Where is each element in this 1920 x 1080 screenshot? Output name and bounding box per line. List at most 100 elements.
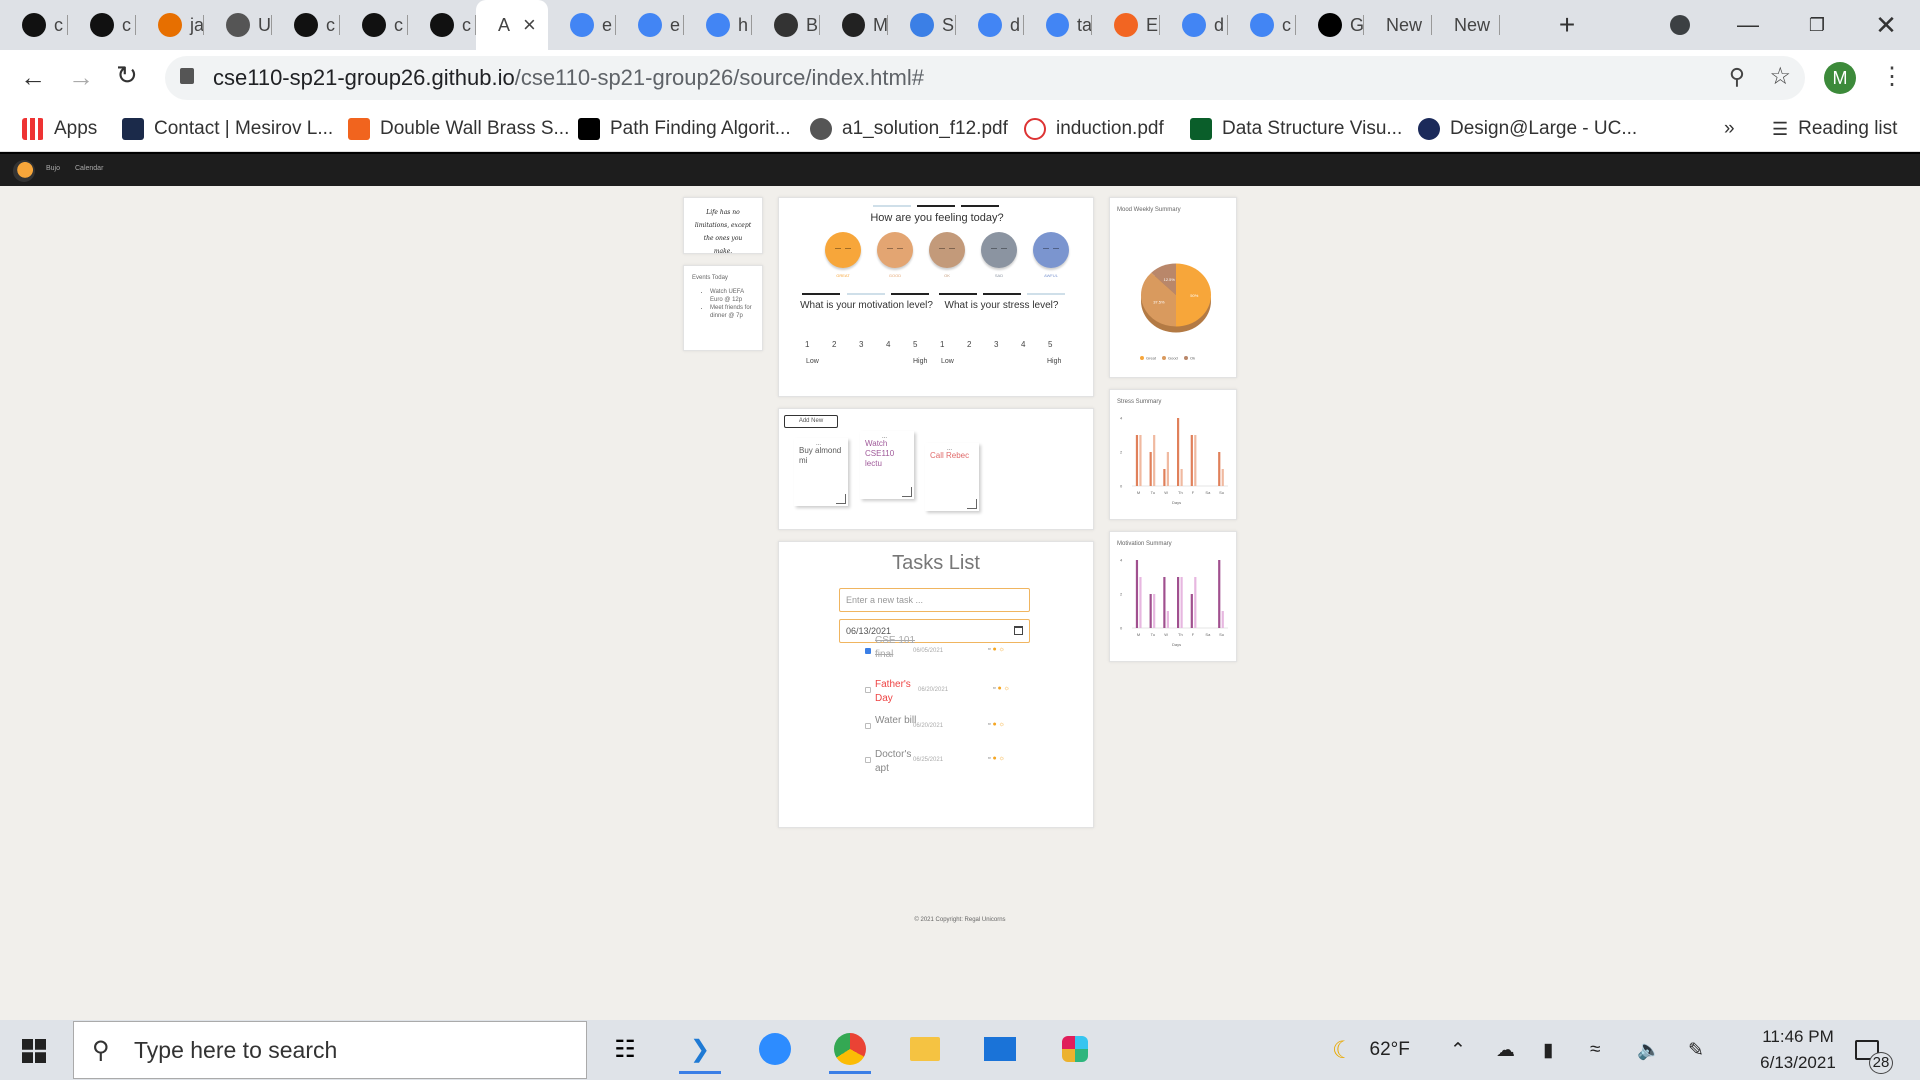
reading-list[interactable]: ☰ Reading list — [1772, 116, 1897, 142]
star-icon[interactable]: ● — [992, 721, 996, 728]
task-checkbox[interactable] — [865, 648, 871, 654]
task-checkbox[interactable] — [865, 757, 871, 763]
address-bar[interactable]: cse110-sp21-group26.github.io/cse110-sp2… — [165, 56, 1805, 100]
zoom-app-icon[interactable] — [750, 1026, 800, 1072]
nav-calendar[interactable]: Calendar — [75, 165, 103, 172]
stress-rating-option[interactable]: 5 — [1048, 340, 1052, 349]
taskbar-search[interactable]: ⚲ Type here to search — [73, 1021, 587, 1079]
stress-rating-option[interactable]: 4 — [1021, 340, 1025, 349]
bookmark-apps[interactable]: Apps — [22, 116, 97, 142]
browser-tab[interactable]: c — [408, 0, 476, 50]
new-task-input[interactable]: Enter a new task ... — [839, 588, 1030, 612]
reload-icon[interactable]: ↻ — [116, 60, 138, 91]
chrome-icon[interactable] — [825, 1026, 875, 1074]
browser-tab[interactable]: U — [204, 0, 272, 50]
note-menu-icon[interactable]: ... — [816, 439, 821, 449]
task-action-icons[interactable]: ▫ ● ☼ — [988, 755, 1005, 762]
browser-tab[interactable]: c — [340, 0, 408, 50]
add-note-button[interactable]: Add New — [784, 415, 838, 428]
task-action-icons[interactable]: ▫ ● ☼ — [988, 721, 1005, 728]
motivation-rating-option[interactable]: 2 — [832, 340, 836, 349]
battery-icon[interactable]: ▮ — [1543, 1020, 1553, 1080]
mood-face-icon[interactable] — [877, 232, 913, 268]
slack-icon[interactable] — [1050, 1026, 1100, 1072]
note-menu-icon[interactable]: ... — [947, 444, 952, 454]
restore-button[interactable]: ❐ — [1797, 10, 1837, 40]
star-icon[interactable]: ● — [992, 755, 996, 762]
mail-icon[interactable] — [975, 1026, 1025, 1072]
sticky-note[interactable]: ... Call Rebec — [925, 443, 979, 511]
browser-tab[interactable]: ja — [136, 0, 204, 50]
browser-tab[interactable]: B — [752, 0, 820, 50]
calendar-icon[interactable]: ▫ — [993, 685, 995, 692]
bookmark-item[interactable]: Path Finding Algorit... — [578, 116, 791, 142]
stress-rating-option[interactable]: 1 — [940, 340, 944, 349]
gear-icon[interactable]: ☼ — [1004, 685, 1010, 692]
new-tab-button[interactable]: + — [1550, 8, 1584, 42]
gear-icon[interactable]: ☼ — [999, 721, 1005, 728]
browser-tab[interactable]: d — [1160, 0, 1228, 50]
calendar-icon[interactable] — [1014, 626, 1023, 635]
gear-icon[interactable]: ☼ — [999, 755, 1005, 762]
task-action-icons[interactable]: ▫ ● ☼ — [988, 646, 1005, 653]
weather-widget[interactable]: ☾ 62°F — [1332, 1020, 1410, 1080]
browser-tab[interactable]: d — [956, 0, 1024, 50]
wifi-icon[interactable]: ≈ — [1590, 1020, 1600, 1080]
task-name[interactable]: Father's Day — [875, 678, 921, 706]
motivation-rating-option[interactable]: 4 — [886, 340, 890, 349]
motivation-rating-option[interactable]: 3 — [859, 340, 863, 349]
star-icon[interactable]: ● — [992, 646, 996, 653]
minimize-button[interactable]: — — [1728, 10, 1768, 40]
tray-overflow-icon[interactable]: ⌃ — [1450, 1020, 1466, 1080]
notification-center-icon[interactable]: 28 — [1855, 1020, 1893, 1080]
mood-face-icon[interactable] — [929, 232, 965, 268]
gear-icon[interactable]: ☼ — [999, 646, 1005, 653]
back-icon[interactable]: ← — [20, 62, 46, 93]
calendar-icon[interactable]: ▫ — [988, 721, 990, 728]
calendar-icon[interactable]: ▫ — [988, 646, 990, 653]
browser-tab[interactable]: c — [68, 0, 136, 50]
bookmark-item[interactable]: Contact | Mesirov L... — [122, 116, 333, 142]
motivation-rating-option[interactable]: 5 — [913, 340, 917, 349]
nav-bujo[interactable]: Bujo — [46, 165, 60, 172]
profile-avatar[interactable]: M — [1824, 62, 1856, 94]
windows-start-icon[interactable] — [22, 1039, 46, 1063]
browser-tab[interactable]: c — [0, 0, 68, 50]
resize-handle-icon[interactable] — [836, 494, 846, 504]
browser-tab[interactable]: G — [1296, 0, 1364, 50]
browser-tab[interactable]: h — [684, 0, 752, 50]
bookmark-item[interactable]: Data Structure Visu... — [1190, 116, 1402, 142]
note-menu-icon[interactable]: ... — [882, 432, 887, 442]
task-view-icon[interactable]: ☷ — [600, 1026, 650, 1072]
bookmarks-overflow[interactable]: » — [1724, 116, 1735, 142]
task-checkbox[interactable] — [865, 723, 871, 729]
star-icon[interactable]: ☆ — [1769, 62, 1791, 91]
vscode-icon[interactable]: ❯ — [675, 1026, 725, 1074]
onedrive-icon[interactable]: ☁ — [1496, 1020, 1515, 1080]
browser-tab[interactable]: ta — [1024, 0, 1092, 50]
stress-rating-option[interactable]: 3 — [994, 340, 998, 349]
task-action-icons[interactable]: ▫ ● ☼ — [993, 685, 1010, 692]
browser-tab[interactable]: E — [1092, 0, 1160, 50]
browser-tab[interactable]: A × — [476, 0, 548, 50]
zoom-icon[interactable]: ⚲ — [1729, 64, 1745, 90]
browser-tab[interactable]: S — [888, 0, 956, 50]
bookmark-item[interactable]: Design@Large - UC... — [1418, 116, 1637, 142]
sticky-note[interactable]: ... Watch CSE110 lectu — [860, 431, 914, 499]
task-checkbox[interactable] — [865, 687, 871, 693]
calendar-icon[interactable]: ▫ — [988, 755, 990, 762]
resize-handle-icon[interactable] — [967, 499, 977, 509]
mood-face-icon[interactable] — [825, 232, 861, 268]
clock[interactable]: 11:46 PM 6/13/2021 — [1738, 1020, 1858, 1080]
forward-icon[interactable]: → — [68, 62, 94, 93]
tab-search-icon[interactable] — [1670, 15, 1690, 35]
mood-face-icon[interactable] — [981, 232, 1017, 268]
pen-icon[interactable]: ✎ — [1688, 1020, 1704, 1080]
note-text[interactable]: Watch CSE110 lectu — [865, 439, 894, 468]
sticky-note[interactable]: ... Buy almond mi — [794, 438, 848, 506]
browser-tab[interactable]: c — [1228, 0, 1296, 50]
volume-icon[interactable]: 🔈 — [1637, 1020, 1661, 1080]
browser-tab[interactable]: New — [1364, 0, 1432, 50]
browser-tab[interactable]: e — [548, 0, 616, 50]
close-tab-icon[interactable]: × — [523, 12, 536, 38]
